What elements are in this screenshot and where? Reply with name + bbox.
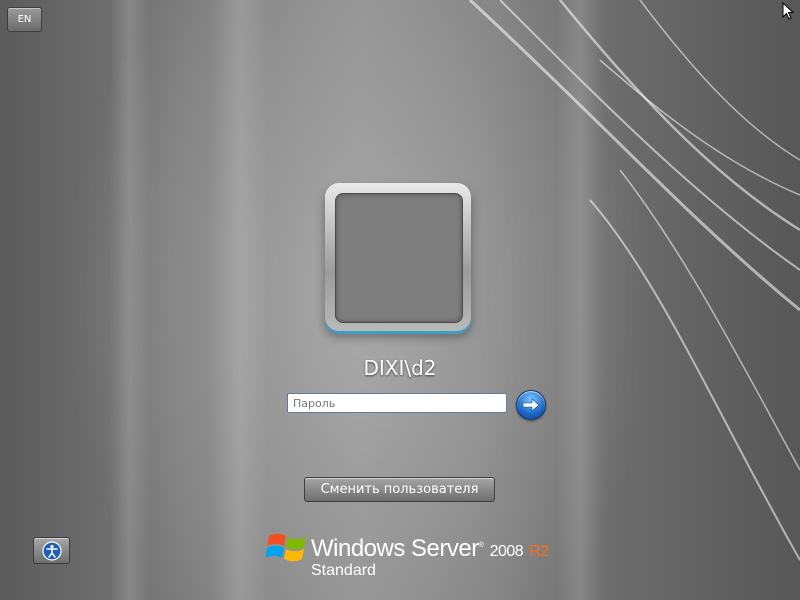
user-name: DIXI\d2 <box>363 356 437 380</box>
password-input[interactable] <box>287 393 507 413</box>
switch-user-button[interactable]: Сменить пользователя <box>304 477 495 502</box>
user-picture <box>335 193 463 323</box>
windows-flag-icon <box>266 533 306 562</box>
language-button[interactable]: EN <box>7 7 42 32</box>
product-name: Windows Server® 2008 R2 <box>311 535 549 562</box>
submit-button[interactable] <box>516 390 546 420</box>
product-release: R2 <box>529 543 549 560</box>
ease-of-access-icon <box>41 540 62 561</box>
ease-of-access-button[interactable] <box>33 537 70 564</box>
mouse-pointer-icon <box>782 2 794 20</box>
product-version: 2008 <box>489 543 524 560</box>
product-edition: Standard <box>311 562 376 579</box>
windows-branding: Windows Server® 2008 R2 Standard <box>266 525 566 585</box>
product-title: Windows Server <box>311 535 479 562</box>
user-picture-frame <box>325 183 471 331</box>
arrow-right-icon <box>522 398 540 412</box>
